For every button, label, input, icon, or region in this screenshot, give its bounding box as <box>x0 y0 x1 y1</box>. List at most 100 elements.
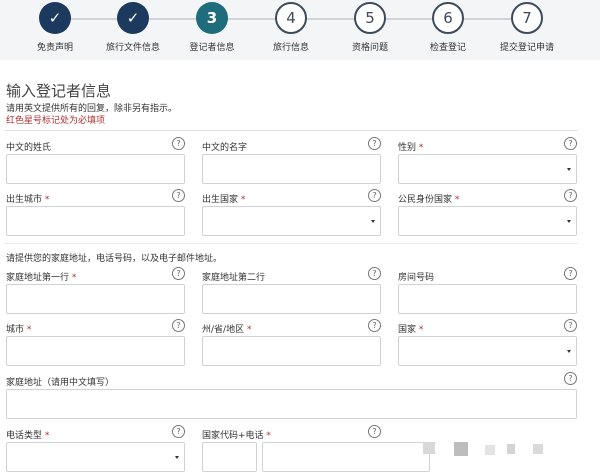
given-name-cn-input[interactable] <box>202 154 381 184</box>
blurred-mark <box>533 444 543 454</box>
help-icon[interactable]: ? <box>172 137 185 150</box>
divider <box>4 130 578 131</box>
step-6-number: 6 <box>432 2 464 34</box>
progress-stepper: ✓ 免责声明 ✓ 旅行文件信息 3 登记者信息 4 旅行信息 5 资格问题 6 … <box>0 0 600 60</box>
help-icon[interactable]: ? <box>564 137 577 150</box>
help-icon[interactable]: ? <box>172 267 185 280</box>
address-cn-field: 家庭地址（请用中文填写） ? <box>6 372 578 420</box>
blurred-mark <box>454 442 468 456</box>
birth-city-field: 出生城市 * ? <box>6 189 186 237</box>
page-title: 输入登记者信息 <box>6 82 112 100</box>
required-asterisk: * <box>454 195 460 205</box>
address-line1-input[interactable] <box>6 284 185 314</box>
birth-city-input[interactable] <box>6 206 185 236</box>
step-label: 免责声明 <box>36 43 73 53</box>
state-field: 州/省/地区 * ? <box>202 319 382 367</box>
gender-field: 性别 * ? <box>398 137 578 185</box>
step-3-number: 3 <box>196 2 228 34</box>
required-asterisk: * <box>44 195 50 205</box>
chevron-down-icon <box>371 220 375 223</box>
help-icon[interactable]: ? <box>368 425 381 438</box>
surname-cn-label: 中文的姓氏 <box>6 143 52 153</box>
step-label: 资格问题 <box>351 43 388 53</box>
gender-select[interactable] <box>398 154 577 184</box>
required-asterisk: * <box>418 325 424 335</box>
chevron-down-icon <box>175 456 179 459</box>
birth-country-field: 出生国家 * ? <box>202 189 382 237</box>
chevron-down-icon <box>567 168 571 171</box>
city-label: 城市 * <box>6 325 32 335</box>
step-registrant-info: 3 登记者信息 <box>172 2 252 53</box>
required-asterisk: * <box>246 325 252 335</box>
address-line1-label: 家庭地址第一行 * <box>6 273 77 283</box>
step-5-number: 5 <box>354 2 386 34</box>
country-code-phone-label: 国家代码+电话 * <box>202 431 271 441</box>
city-input[interactable] <box>6 336 185 366</box>
address-line2-label: 家庭地址第二行 <box>202 273 266 283</box>
help-icon[interactable]: ? <box>368 267 381 280</box>
blurred-mark <box>507 444 515 454</box>
step-disclaimer[interactable]: ✓ 免责声明 <box>15 2 95 53</box>
citizenship-field: 公民身份国家 * ? <box>398 189 578 237</box>
step-label: 旅行文件信息 <box>105 43 160 53</box>
step-travel-documents[interactable]: ✓ 旅行文件信息 <box>93 2 173 53</box>
help-icon[interactable]: ? <box>368 189 381 202</box>
blurred-mark <box>485 445 495 455</box>
address-section-note: 请提供您的家庭地址，电话号码，以及电子邮件地址。 <box>6 254 223 264</box>
required-asterisk: * <box>71 273 77 283</box>
help-icon[interactable]: ? <box>368 319 381 332</box>
step-travel-info: 4 旅行信息 <box>251 2 331 53</box>
room-number-input[interactable] <box>398 284 577 314</box>
room-number-field: 房间号码 ? <box>398 267 578 315</box>
required-asterisk: * <box>418 143 424 153</box>
help-icon[interactable]: ? <box>368 137 381 150</box>
birth-country-label: 出生国家 * <box>202 195 246 205</box>
step-7-number: 7 <box>511 2 543 34</box>
step-eligibility: 5 资格问题 <box>330 2 410 53</box>
required-asterisk: * <box>44 431 50 441</box>
help-icon[interactable]: ? <box>564 319 577 332</box>
step-label: 检查登记 <box>429 43 466 53</box>
help-icon[interactable]: ? <box>172 319 185 332</box>
phone-type-select[interactable] <box>6 442 185 472</box>
address-line2-input[interactable] <box>202 284 381 314</box>
birth-city-label: 出生城市 * <box>6 195 50 205</box>
chevron-down-icon <box>567 220 571 223</box>
help-icon[interactable]: ? <box>172 425 185 438</box>
step-label: 提交登记申请 <box>499 43 554 53</box>
help-icon[interactable]: ? <box>172 189 185 202</box>
phone-number-input[interactable] <box>262 442 430 472</box>
country-label: 国家 * <box>398 325 424 335</box>
step-2-check-icon: ✓ <box>117 2 149 34</box>
required-asterisk: * <box>266 431 271 441</box>
address-cn-input[interactable] <box>6 389 577 419</box>
surname-cn-input[interactable] <box>6 154 185 184</box>
help-icon[interactable]: ? <box>564 189 577 202</box>
divider <box>4 243 578 244</box>
required-asterisk: * <box>26 325 32 335</box>
step-4-number: 4 <box>275 2 307 34</box>
citizenship-select[interactable] <box>398 206 577 236</box>
gender-label: 性别 * <box>398 143 424 153</box>
surname-cn-field: 中文的姓氏 ? <box>6 137 186 185</box>
country-code-input[interactable] <box>202 442 257 472</box>
given-name-cn-label: 中文的名字 <box>202 143 248 153</box>
phone-type-label: 电话类型 * <box>6 431 50 441</box>
country-code-phone-field: 国家代码+电话 * ? <box>202 425 432 473</box>
given-name-cn-field: 中文的名字 ? <box>202 137 382 185</box>
city-field: 城市 * ? <box>6 319 186 367</box>
birth-country-select[interactable] <box>202 206 381 236</box>
required-asterisk: * <box>240 195 246 205</box>
address-cn-label: 家庭地址（请用中文填写） <box>6 378 115 388</box>
address-line2-field: 家庭地址第二行 ? <box>202 267 382 315</box>
help-icon[interactable]: ? <box>564 372 577 385</box>
step-label: 旅行信息 <box>272 43 309 53</box>
citizenship-label: 公民身份国家 * <box>398 195 460 205</box>
chevron-down-icon <box>567 350 571 353</box>
state-label: 州/省/地区 * <box>202 325 252 335</box>
required-note: 红色星号标记处为必填项 <box>6 116 106 126</box>
state-input[interactable] <box>202 336 381 366</box>
country-select[interactable] <box>398 336 577 366</box>
room-number-label: 房间号码 <box>398 273 435 283</box>
help-icon[interactable]: ? <box>564 267 577 280</box>
